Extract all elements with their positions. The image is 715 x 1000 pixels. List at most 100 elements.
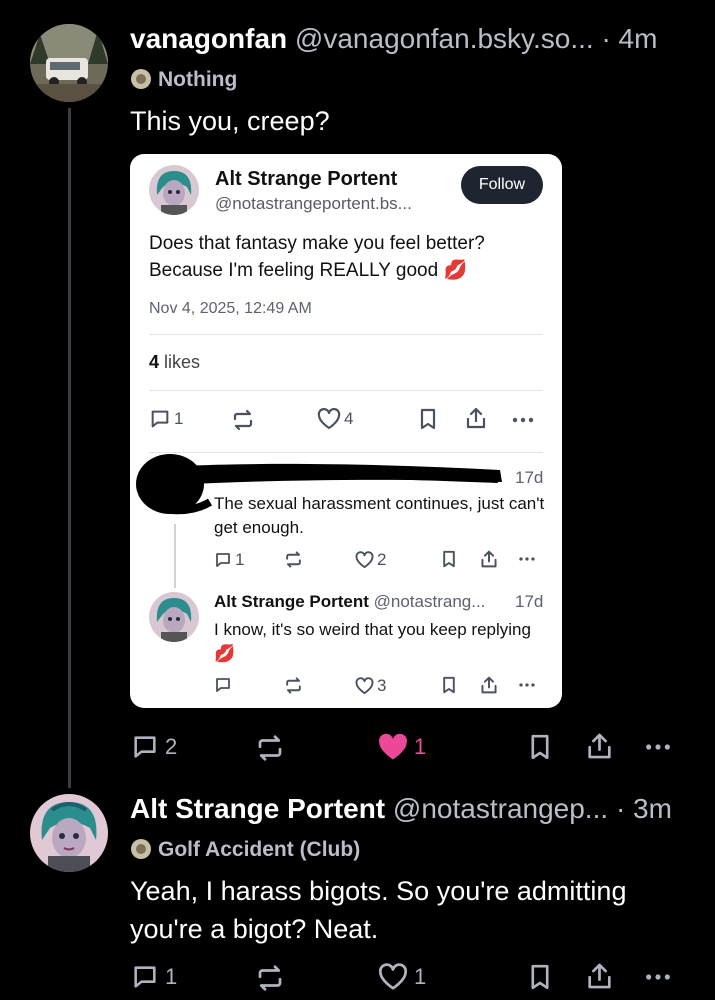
- post2-header: Alt Strange Portent @notastrangep... · 3…: [130, 792, 672, 826]
- post2-share-button[interactable]: [586, 961, 613, 991]
- reply2-reply-button[interactable]: [214, 676, 232, 694]
- quote-display-name[interactable]: Alt Strange Portent: [215, 168, 397, 191]
- bookmark-icon: [443, 676, 455, 694]
- follow-button[interactable]: Follow: [461, 166, 543, 204]
- avatar-alt-strange-portent[interactable]: [30, 794, 108, 872]
- reply2-time[interactable]: 17d: [515, 592, 543, 612]
- reply1-like-button[interactable]: 2: [355, 550, 386, 570]
- reply1-reply-button[interactable]: 1: [214, 550, 244, 570]
- reply2-display-name[interactable]: Alt Strange Portent: [214, 592, 369, 611]
- post1-like-button[interactable]: 1: [378, 733, 426, 761]
- post2-repost-button[interactable]: [255, 963, 285, 993]
- post2-like-button[interactable]: 1: [378, 963, 426, 991]
- quote-reply-button[interactable]: 1: [149, 408, 183, 430]
- post1-text: This you, creep?: [130, 106, 330, 136]
- post2-time[interactable]: · 3m: [616, 793, 672, 824]
- tag-avatar-icon: [130, 838, 152, 860]
- post1-time[interactable]: · 4m: [601, 23, 657, 54]
- reply2-like-button[interactable]: 3: [355, 676, 386, 696]
- reply-thread-line: [174, 524, 176, 588]
- post1-bookmark-button[interactable]: [528, 733, 552, 761]
- heart-icon: [355, 551, 374, 569]
- post2-display-name[interactable]: Alt Strange Portent: [130, 793, 385, 824]
- share-icon: [481, 550, 497, 568]
- repost-icon: [258, 735, 282, 761]
- reply1-share-button[interactable]: [480, 549, 498, 569]
- reply2-handle[interactable]: @notastrang...: [374, 592, 486, 611]
- post2-reply-button[interactable]: 1: [131, 963, 177, 991]
- quote-handle[interactable]: @notastrangeportent.bs...: [215, 194, 412, 214]
- reply-icon: [134, 736, 156, 758]
- reply1-bookmark-button[interactable]: [441, 550, 457, 568]
- reply1-text: The sexual harassment continues, just ca…: [214, 494, 545, 537]
- share-icon: [466, 407, 486, 429]
- reply1-repost-button[interactable]: [284, 550, 303, 569]
- post1-share-button[interactable]: [586, 731, 613, 761]
- post1-reply-count: 2: [165, 734, 178, 759]
- post2-like-count: 1: [414, 964, 427, 989]
- reply2-repost-button[interactable]: [284, 676, 303, 695]
- quote-card[interactable]: Alt Strange Portent @notastrangeportent.…: [130, 154, 562, 708]
- more-icon: [519, 683, 535, 687]
- quote-likes-summary[interactable]: 4 likes: [149, 352, 200, 373]
- quote-bookmark-button[interactable]: [418, 408, 438, 430]
- share-icon: [588, 963, 611, 989]
- quote-repost-button[interactable]: [231, 408, 255, 432]
- reply2-share-button[interactable]: [480, 675, 498, 695]
- post1-handle[interactable]: @vanagonfan.bsky.so...: [295, 23, 594, 54]
- post1-tag-label: Nothing: [158, 68, 238, 91]
- post2-text: Yeah, I harass bigots. So you're admitti…: [130, 876, 627, 944]
- quote-likes-count: 4: [149, 352, 160, 372]
- quote-avatar[interactable]: [149, 165, 199, 215]
- quote-like-button[interactable]: 4: [317, 408, 353, 430]
- kiss-lips-emoji: 💋: [443, 260, 468, 281]
- repost-icon: [286, 677, 301, 694]
- post2-bookmark-button[interactable]: [528, 963, 552, 991]
- bookmark-icon: [420, 408, 436, 430]
- more-icon: [512, 417, 534, 423]
- reply2-text-body: I know, it's so weird that you keep repl…: [214, 620, 531, 639]
- reply1-more-button[interactable]: [517, 550, 537, 568]
- divider: [149, 334, 543, 335]
- post2-more-button[interactable]: [643, 963, 673, 991]
- reply2-more-button[interactable]: [517, 676, 537, 694]
- repost-icon: [258, 965, 282, 991]
- reply2-header: Alt Strange Portent @notastrang...: [214, 592, 485, 612]
- post2-tag-label: Golf Accident (Club): [158, 838, 361, 861]
- quote-like-count: 4: [344, 409, 354, 428]
- quote-more-button[interactable]: [511, 408, 535, 432]
- avatar-vanagonfan[interactable]: [30, 24, 108, 102]
- heart-filled-icon: [379, 733, 407, 760]
- post1-tag: Nothing: [130, 68, 237, 92]
- post2-tag: Golf Accident (Club): [130, 838, 360, 862]
- post1-repost-button[interactable]: [255, 733, 285, 763]
- tag-avatar-icon: [130, 68, 152, 90]
- reply-icon: [151, 410, 169, 428]
- reply2-bookmark-button[interactable]: [441, 676, 457, 694]
- reply1-like-count: 2: [377, 550, 387, 569]
- reply2-avatar[interactable]: [149, 592, 199, 642]
- post1-like-count: 1: [414, 734, 427, 759]
- post1-reply-button[interactable]: 2: [131, 733, 177, 761]
- post1-header: vanagonfan @vanagonfan.bsky.so... · 4m: [130, 22, 657, 56]
- post1-more-button[interactable]: [643, 733, 673, 761]
- reply-icon: [216, 678, 230, 692]
- quote-share-button[interactable]: [465, 406, 487, 430]
- reply2-text: I know, it's so weird that you keep repl…: [214, 618, 549, 666]
- repost-icon: [233, 409, 253, 431]
- share-icon: [588, 733, 611, 759]
- thread-line: [68, 108, 71, 788]
- share-icon: [481, 676, 497, 694]
- post2-handle[interactable]: @notastrangep...: [393, 793, 608, 824]
- quote-likes-label: likes: [159, 352, 201, 372]
- reply1-time[interactable]: 17d: [515, 468, 543, 488]
- reply-icon: [134, 966, 156, 988]
- heart-icon: [378, 963, 408, 990]
- reply1-reply-count: 1: [235, 550, 245, 569]
- more-icon: [646, 974, 670, 980]
- quote-reply-count: 1: [174, 409, 184, 428]
- heart-icon: [317, 408, 341, 430]
- bookmark-icon: [531, 964, 549, 990]
- post1-display-name[interactable]: vanagonfan: [130, 23, 287, 54]
- quote-text: Does that fantasy make you feel better? …: [149, 230, 549, 284]
